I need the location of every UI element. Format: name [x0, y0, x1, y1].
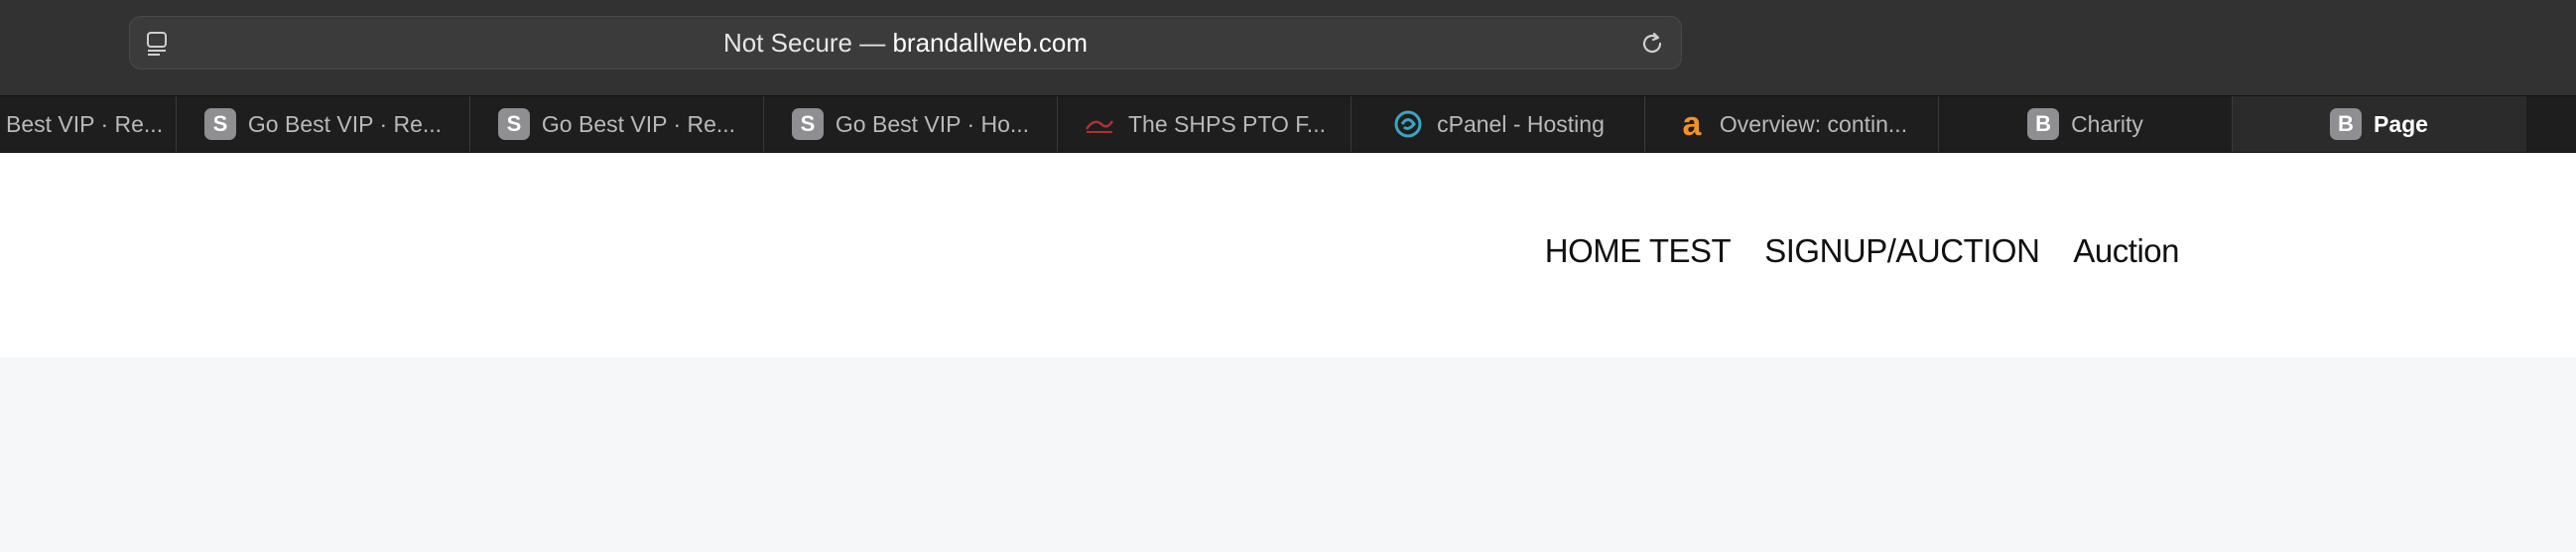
tab-label: Overview: contin...: [1719, 110, 1908, 137]
tab-label: The SHPS PTO F...: [1128, 110, 1326, 137]
tab-label: Go Best VIP · Ho...: [835, 110, 1030, 137]
site-header: HOME TEST SIGNUP/AUCTION Auction: [0, 153, 2576, 357]
page-body: [0, 357, 2576, 552]
main-nav: HOME TEST SIGNUP/AUCTION Auction: [1545, 232, 2180, 270]
tab-label: Best VIP · Re...: [6, 110, 164, 137]
tab-7[interactable]: a Overview: contin...: [1645, 96, 1939, 152]
nav-signup-auction[interactable]: SIGNUP/AUCTION: [1764, 232, 2040, 270]
b-favicon-icon: B: [2330, 108, 2362, 140]
cpanel-icon: [1394, 110, 1422, 138]
tab-5[interactable]: The SHPS PTO F...: [1058, 96, 1352, 152]
url-text[interactable]: Not Secure — brandallweb.com: [130, 17, 1681, 69]
tab-9-active[interactable]: B Page: [2233, 96, 2526, 152]
tab-8[interactable]: B Charity: [1939, 96, 2233, 152]
nav-home-test[interactable]: HOME TEST: [1545, 232, 1732, 270]
tab-label: cPanel - Hosting: [1437, 110, 1605, 137]
security-status: Not Secure —: [722, 28, 893, 58]
reload-icon[interactable]: [1637, 29, 1667, 59]
browser-toolbar: Not Secure — brandallweb.com: [0, 0, 2576, 95]
address-bar[interactable]: Not Secure — brandallweb.com: [129, 16, 1682, 69]
tab-label: Charity: [2071, 110, 2143, 137]
tab-strip: Best VIP · Re... S Go Best VIP · Re... S…: [0, 95, 2576, 153]
tab-label: Page: [2374, 110, 2428, 137]
tab-2[interactable]: S Go Best VIP · Re...: [177, 96, 470, 152]
tab-3[interactable]: S Go Best VIP · Re...: [470, 96, 764, 152]
tab-1[interactable]: Best VIP · Re...: [0, 96, 177, 152]
amazon-a-icon: a: [1682, 104, 1702, 143]
shps-logo-icon: [1085, 120, 1114, 133]
tab-label: Go Best VIP · Re...: [247, 110, 443, 137]
url-domain: brandallweb.com: [892, 28, 1089, 58]
s-favicon-icon: S: [791, 108, 824, 140]
tab-label: Go Best VIP · Re...: [541, 110, 736, 137]
s-favicon-icon: S: [497, 108, 530, 140]
tab-4[interactable]: S Go Best VIP · Ho...: [764, 96, 1058, 152]
b-favicon-icon: B: [2027, 108, 2060, 140]
tab-6[interactable]: cPanel - Hosting: [1352, 96, 1645, 152]
nav-auction[interactable]: Auction: [2073, 232, 2179, 270]
s-favicon-icon: S: [203, 108, 236, 140]
